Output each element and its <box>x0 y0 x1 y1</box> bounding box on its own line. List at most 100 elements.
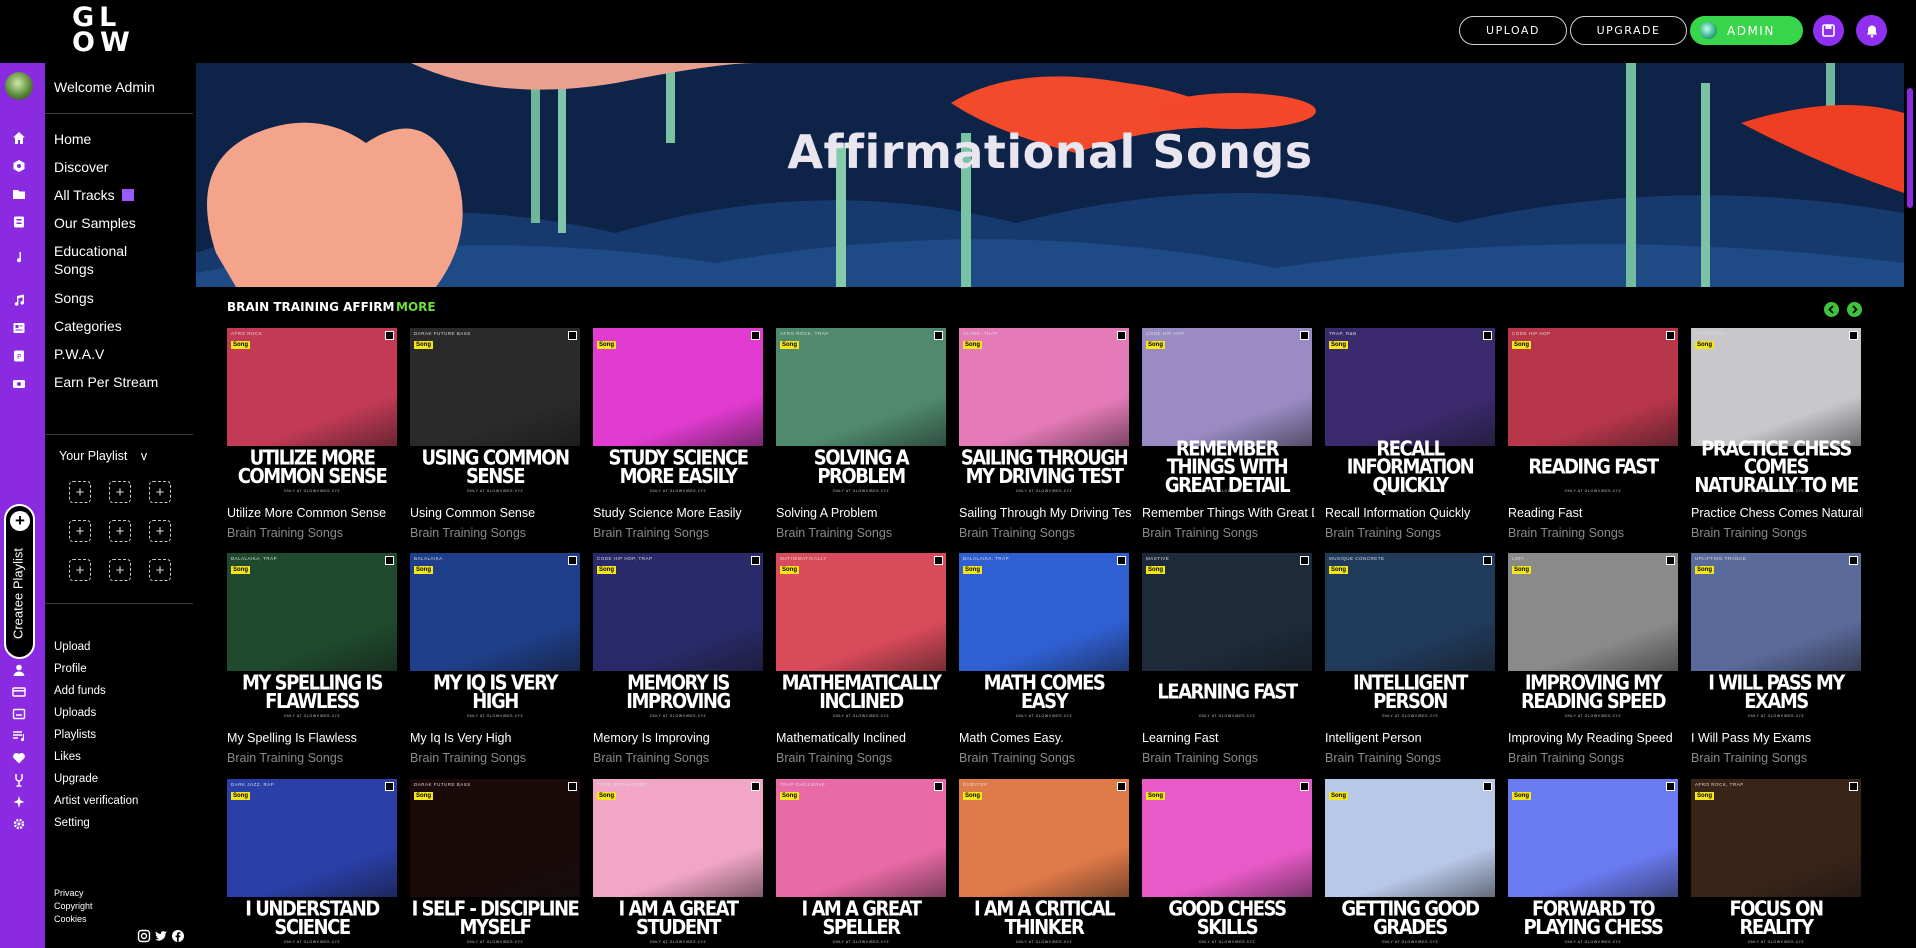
sub-add-funds[interactable]: Add funds <box>54 685 106 697</box>
track-artist[interactable]: Brain Training Songs <box>593 526 765 540</box>
track-card[interactable]: Song STUDY SCIENCE MORE EASILY ONLY AT GLO… <box>593 328 765 540</box>
track-title[interactable]: Math Comes Easy. <box>959 731 1131 745</box>
track-cover[interactable]: Song STUDY SCIENCE MORE EASILY ONLY AT GLO… <box>593 328 763 498</box>
track-title[interactable]: Reading Fast <box>1508 506 1680 520</box>
track-cover[interactable]: CODE HIP HOP Song REMEMBER THINGS WITH GRE… <box>1142 328 1312 498</box>
sparkle-icon[interactable] <box>12 795 26 809</box>
track-card[interactable]: CODE HIP HOP Song REMEMBER THINGS WITH GRE… <box>1142 328 1314 540</box>
samples-icon[interactable] <box>12 215 26 229</box>
logo[interactable]: GL OW <box>72 4 152 57</box>
privacy-link[interactable]: Privacy <box>54 887 84 900</box>
track-card[interactable]: MUSIQUE CONCRETE Song INTELLIGENT PERSON ON… <box>1325 553 1497 765</box>
track-artist[interactable]: Brain Training Songs <box>410 526 582 540</box>
track-card[interactable]: TRAP, R&B Song RECALL INFORMATION QUICKLY O… <box>1325 328 1497 540</box>
track-title[interactable]: Utilize More Common Sense <box>227 506 399 520</box>
upgrade-button[interactable]: UPGRADE <box>1570 16 1687 45</box>
track-card[interactable]: MOTOROCK Song PRACTICE CHESS COMES NATURAL… <box>1691 328 1863 540</box>
track-title[interactable]: Solving A Problem <box>776 506 948 520</box>
create-playlist-button[interactable]: + Createe Playlist <box>4 504 35 659</box>
track-artist[interactable]: Brain Training Songs <box>959 526 1131 540</box>
scrollbar[interactable] <box>1904 63 1916 948</box>
nav-educational-songs[interactable]: Educational Songs <box>44 242 154 278</box>
nav-pwav[interactable]: P.W.A.V <box>54 345 104 363</box>
playlist-slot[interactable]: + <box>149 520 171 542</box>
nav-our-samples[interactable]: Our Samples <box>54 214 136 232</box>
prev-arrow-button[interactable] <box>1824 302 1839 317</box>
track-card[interactable]: UPLIFTING TRANCE Song I WILL PASS MY EXAMS… <box>1691 553 1863 765</box>
track-title[interactable]: My Iq Is Very High <box>410 731 582 745</box>
track-cover[interactable]: TRAP CHILLWAVE Song I AM A GREAT SPELLER ON… <box>776 779 946 948</box>
playlists-icon[interactable] <box>12 729 26 743</box>
track-artist[interactable]: Brain Training Songs <box>1508 526 1680 540</box>
nav-categories[interactable]: Categories <box>54 317 122 335</box>
track-cover[interactable]: Song FORWARD TO PLAYING CHESS ONLY AT GLOW… <box>1508 779 1678 948</box>
track-title[interactable]: Memory Is Improving <box>593 731 765 745</box>
track-card[interactable]: GLYDE, TRAP Song SAILING THROUGH MY DRIVIN… <box>959 328 1131 540</box>
upgrade-icon[interactable] <box>12 773 26 787</box>
admin-button[interactable]: ADMIN <box>1690 16 1803 45</box>
track-artist[interactable]: Brain Training Songs <box>1508 751 1680 765</box>
sub-uploads[interactable]: Uploads <box>54 707 96 719</box>
nav-home[interactable]: Home <box>54 130 91 148</box>
track-card[interactable]: DARAK FUTURE BASS Song USING COMMON SENSE O… <box>410 328 582 540</box>
more-link[interactable]: MORE <box>396 300 436 314</box>
track-cover[interactable]: DARAK FUTURE BASS Song USING COMMON SENSE O… <box>410 328 580 498</box>
track-card[interactable]: MASTIVE Song LEARNING FAST ONLY AT GLOWVIBE… <box>1142 553 1314 765</box>
track-cover[interactable]: MOTOROCK Song PRACTICE CHESS COMES NATURAL… <box>1691 328 1861 498</box>
track-artist[interactable]: Brain Training Songs <box>1691 526 1863 540</box>
track-cover[interactable]: GLYDE, TRAP Song SAILING THROUGH MY DRIVIN… <box>959 328 1129 498</box>
track-cover[interactable]: Song GETTING GOOD GRADES ONLY AT GLOWVIBES… <box>1325 779 1495 948</box>
track-cover[interactable]: TRAP, BREAKCORE Song I AM A GREAT STUDENT O… <box>593 779 763 948</box>
track-cover[interactable]: LOFI Song IMPROVING MY READING SPEED ONLY A… <box>1508 553 1678 723</box>
track-cover[interactable]: DARAK FUTURE BASS Song I SELF - DISCIPLINE… <box>410 779 580 948</box>
track-artist[interactable]: Brain Training Songs <box>959 751 1131 765</box>
track-artist[interactable]: Brain Training Songs <box>227 526 399 540</box>
track-artist[interactable]: Brain Training Songs <box>776 526 948 540</box>
track-title[interactable]: My Spelling Is Flawless <box>227 731 399 745</box>
track-artist[interactable]: Brain Training Songs <box>593 751 765 765</box>
scrollbar-thumb[interactable] <box>1907 88 1913 208</box>
track-card[interactable]: AFRO ROCK, TRAP Song FOCUS ON REALITY ONLY … <box>1691 779 1863 948</box>
track-cover[interactable]: BALALAIKA Song MY IQ IS VERY HIGH ONLY AT G… <box>410 553 580 723</box>
nav-earn-per-stream[interactable]: Earn Per Stream <box>54 373 158 391</box>
track-cover[interactable]: BALALAIKA, TRAP Song MY SPELLING IS FLAWLE… <box>227 553 397 723</box>
track-cover[interactable]: AFRO ROCK, TRAP Song SOLVING A PROBLEM ONLY… <box>776 328 946 498</box>
track-card[interactable]: Song GOOD CHESS SKILLS ONLY AT GLOWVIBES.X… <box>1142 779 1314 948</box>
playlist-slot[interactable]: + <box>149 481 171 503</box>
songs-icon[interactable] <box>12 293 26 307</box>
track-cover[interactable]: UPLIFTING TRANCE Song I WILL PASS MY EXAMS… <box>1691 553 1861 723</box>
upload-button[interactable]: UPLOAD <box>1459 16 1567 45</box>
playlist-slot[interactable]: + <box>149 559 171 581</box>
track-title[interactable]: Learning Fast <box>1142 731 1314 745</box>
track-cover[interactable]: Song GOOD CHESS SKILLS ONLY AT GLOWVIBES.X… <box>1142 779 1312 948</box>
sub-setting[interactable]: Setting <box>54 817 90 829</box>
nav-discover[interactable]: Discover <box>54 158 108 176</box>
cookies-link[interactable]: Cookies <box>54 913 87 926</box>
track-card[interactable]: DUBSTEP Song I AM A CRITICAL THINKER ONLY A… <box>959 779 1131 948</box>
track-cover[interactable]: TRAP, R&B Song RECALL INFORMATION QUICKLY O… <box>1325 328 1495 498</box>
folder-music-icon[interactable] <box>12 187 26 201</box>
playlist-slot[interactable]: + <box>109 520 131 542</box>
track-card[interactable]: BALALAIKA Song MY IQ IS VERY HIGH ONLY AT G… <box>410 553 582 765</box>
track-title[interactable]: Practice Chess Comes Naturally To Me <box>1691 506 1863 520</box>
track-artist[interactable]: Brain Training Songs <box>776 751 948 765</box>
playlist-slot[interactable]: + <box>69 520 91 542</box>
track-card[interactable]: AFRO ROCK, TRAP Song SOLVING A PROBLEM ONLY… <box>776 328 948 540</box>
track-cover[interactable]: MASTIVE Song LEARNING FAST ONLY AT GLOWVIBE… <box>1142 553 1312 723</box>
track-card[interactable]: AFRO ROCK Song UTILIZE MORE COMMON SENSE ON… <box>227 328 399 540</box>
uploads-icon[interactable] <box>12 707 26 721</box>
track-card[interactable]: Song GETTING GOOD GRADES ONLY AT GLOWVIBES… <box>1325 779 1497 948</box>
playlist-slot[interactable]: + <box>109 481 131 503</box>
track-cover[interactable]: MUSIQUE CONCRETE Song INTELLIGENT PERSON ON… <box>1325 553 1495 723</box>
track-cover[interactable]: BALALAIKA, TRAP Song MATH COMES EASY ONLY A… <box>959 553 1129 723</box>
home-icon[interactable] <box>12 131 26 145</box>
track-card[interactable]: DARAK FUTURE BASS Song I SELF - DISCIPLINE… <box>410 779 582 948</box>
track-artist[interactable]: Brain Training Songs <box>1691 751 1863 765</box>
your-playlist-toggle[interactable]: Your Playlist v <box>59 449 147 463</box>
earn-icon[interactable] <box>12 377 26 391</box>
track-artist[interactable]: Brain Training Songs <box>227 751 399 765</box>
next-arrow-button[interactable] <box>1847 302 1862 317</box>
track-cover[interactable]: DUBSTEP Song I AM A CRITICAL THINKER ONLY A… <box>959 779 1129 948</box>
track-artist[interactable]: Brain Training Songs <box>1325 751 1497 765</box>
track-title[interactable]: I Will Pass My Exams <box>1691 731 1863 745</box>
